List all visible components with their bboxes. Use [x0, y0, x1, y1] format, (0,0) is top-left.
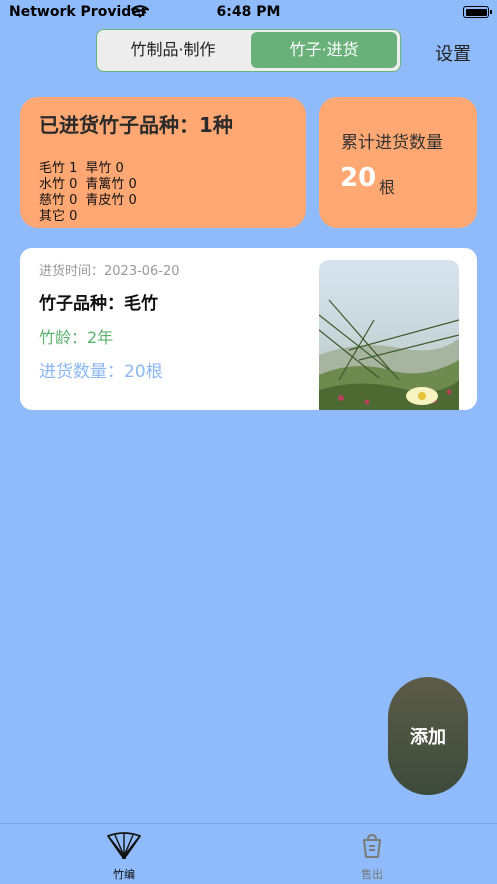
stat-item: 慈竹 0 [39, 193, 78, 208]
record-age: 竹龄：2年 [39, 328, 114, 347]
stat-item: 水竹 0 [39, 177, 78, 192]
segment-purchase[interactable]: 竹子·进货 [251, 32, 397, 68]
total-label: 累计进货数量 [341, 133, 443, 153]
stat-item: 旱竹 0 [85, 161, 124, 176]
tab-sold-label: 售出 [361, 868, 383, 881]
add-button[interactable]: 添加 [388, 677, 468, 795]
stat-item: 青篱竹 0 [85, 177, 137, 192]
variety-summary-card: 已进货竹子品种：1种 毛竹 1 旱竹 0 水竹 0 青篱竹 0 慈竹 0 青皮竹 0 … [20, 97, 306, 228]
record-photo [319, 260, 459, 410]
fan-icon [107, 832, 141, 859]
record-variety: 竹子品种：毛竹 [39, 294, 158, 314]
stat-item: 青皮竹 0 [85, 193, 137, 208]
settings-button[interactable]: 设置 [435, 40, 471, 66]
tab-sold[interactable]: 售出 [312, 832, 432, 882]
segment-products[interactable]: 竹制品·制作 [100, 32, 246, 68]
status-bar: Network Provider 6:48 PM [0, 0, 497, 26]
status-time: 6:48 PM [216, 4, 281, 20]
shopping-bag-icon [363, 833, 381, 858]
tab-weaving-label: 竹编 [113, 868, 135, 881]
stat-item: 其它 0 [39, 209, 78, 224]
battery-icon [463, 6, 492, 18]
summary-title: 已进货竹子品种：1种 [39, 113, 233, 137]
mode-segmented-control: 竹制品·制作 竹子·进货 [96, 29, 401, 72]
total-unit: 根 [379, 178, 396, 197]
variety-stats: 毛竹 1 旱竹 0 水竹 0 青篱竹 0 慈竹 0 青皮竹 0 其它 0 [39, 161, 145, 225]
record-date: 进货时间：2023-06-20 [39, 264, 180, 279]
total-quantity-card: 累计进货数量 20 根 [319, 97, 477, 228]
total-value: 20 [340, 163, 377, 193]
tab-weaving[interactable]: 竹编 [64, 832, 184, 882]
tab-bar: 竹编 售出 [0, 823, 497, 884]
stat-item: 毛竹 1 [39, 161, 78, 176]
record-quantity: 进货数量：20根 [39, 362, 163, 382]
purchase-record-card[interactable]: 进货时间：2023-06-20 竹子品种：毛竹 竹龄：2年 进货数量：20根 [20, 248, 477, 410]
